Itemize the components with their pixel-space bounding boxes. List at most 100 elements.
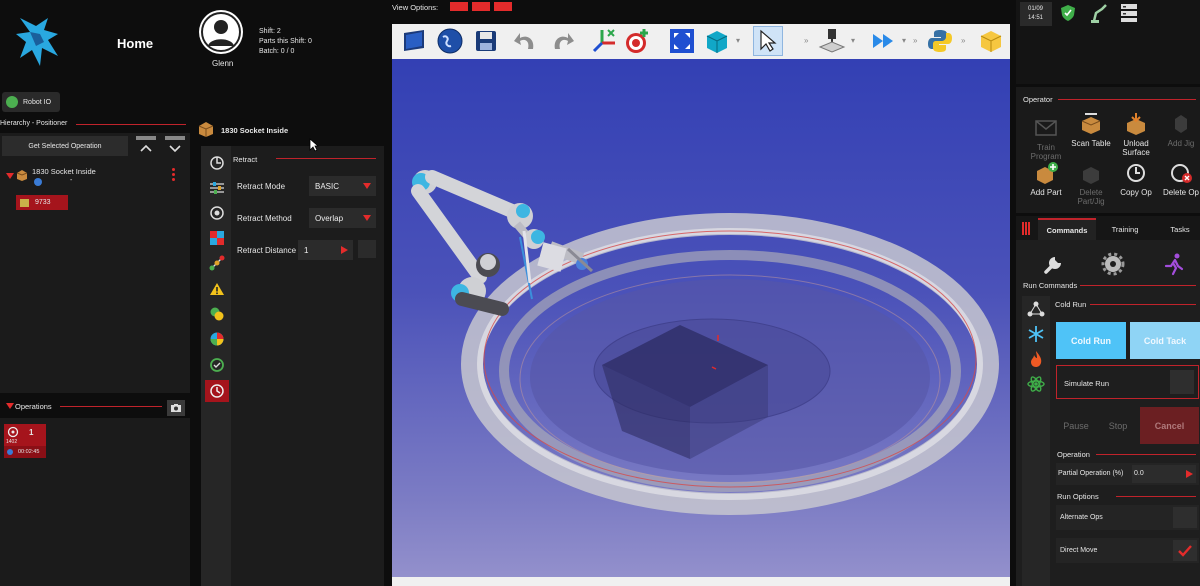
avatar[interactable] — [199, 10, 243, 54]
dropdown-caret-icon[interactable]: ▾ — [902, 36, 906, 45]
cancel-button[interactable]: Cancel — [1140, 407, 1199, 444]
collapse-icon[interactable] — [6, 403, 14, 409]
stop-button[interactable]: Stop — [1099, 407, 1137, 444]
add-jig-button[interactable]: Add Jig — [1161, 113, 1200, 148]
delete-part-jig-label: Delete Part/Jig — [1077, 188, 1105, 206]
open-button[interactable] — [399, 26, 429, 56]
cycle-button[interactable] — [205, 354, 229, 376]
delete-part-jig-button[interactable]: Delete Part/Jig — [1071, 162, 1111, 206]
op-panel-title: 1830 Socket Inside — [221, 126, 289, 135]
atom-button[interactable] — [1027, 375, 1045, 395]
pattern-button[interactable] — [205, 227, 229, 249]
cube-view-button[interactable] — [702, 26, 732, 56]
camera-icon — [171, 404, 181, 412]
view-option-2[interactable] — [472, 2, 490, 11]
globe-button[interactable] — [435, 26, 465, 56]
play-arrow-icon[interactable] — [341, 246, 348, 254]
retract-mode-select[interactable]: BASIC — [309, 176, 376, 196]
chart-button[interactable] — [205, 328, 229, 350]
python-button[interactable] — [925, 26, 955, 56]
more-icon[interactable]: » — [913, 36, 917, 45]
fit-view-button[interactable] — [667, 26, 697, 56]
robot-io-button[interactable]: Robot IO — [2, 92, 60, 112]
partial-operation-input[interactable]: 0.0 — [1132, 465, 1196, 483]
get-selected-operation-button[interactable]: Get Selected Operation — [2, 136, 128, 156]
retract-icon — [210, 156, 224, 170]
dropdown-caret-icon[interactable]: ▾ — [736, 36, 740, 45]
cold-tack-button[interactable]: Cold Tack — [1130, 322, 1200, 359]
more-icon[interactable]: » — [961, 36, 965, 45]
retract-active-button[interactable] — [205, 380, 229, 402]
view-option-1[interactable] — [450, 2, 468, 11]
copy-op-button[interactable]: Copy Op — [1116, 162, 1156, 197]
hierarchy-divider — [76, 124, 186, 125]
simulate-run-toggle[interactable] — [1170, 370, 1194, 394]
run-button[interactable] — [1162, 252, 1186, 278]
scan-table-label: Scan Table — [1071, 139, 1111, 148]
3d-viewport[interactable] — [392, 59, 1010, 577]
undo-button[interactable] — [511, 26, 541, 56]
status-badge[interactable]: 9733 — [16, 195, 68, 210]
scan-table-button[interactable]: Scan Table — [1071, 113, 1111, 148]
probe-button[interactable] — [817, 26, 847, 56]
package-button[interactable] — [976, 26, 1006, 56]
tab-menu-icon[interactable] — [1022, 222, 1030, 235]
gear-button[interactable] — [1101, 252, 1125, 278]
select-button[interactable] — [753, 26, 783, 56]
operation-card[interactable]: 1 1402 00:02:45 — [4, 424, 46, 458]
pause-button[interactable]: Pause — [1057, 407, 1095, 444]
move-up-button[interactable] — [134, 136, 158, 156]
hierarchy-item-name: 1830 Socket Inside — [32, 167, 96, 176]
save-button[interactable] — [471, 26, 501, 56]
path-button[interactable] — [205, 252, 229, 274]
redo-button[interactable] — [547, 26, 577, 56]
retract-method-select[interactable]: Overlap — [309, 208, 376, 228]
alternate-ops-toggle[interactable] — [1173, 507, 1197, 528]
expand-icon[interactable] — [6, 173, 14, 179]
target-button[interactable] — [205, 202, 229, 224]
snowflake-button[interactable] — [1027, 325, 1045, 345]
retract-tool-button[interactable] — [205, 152, 229, 174]
direct-move-toggle[interactable] — [1173, 540, 1197, 561]
kebab-menu-icon[interactable] — [172, 168, 176, 182]
robot-arm-icon[interactable] — [1090, 3, 1108, 25]
retract-distance-input[interactable]: 1 — [298, 240, 353, 260]
warning-icon — [210, 283, 224, 295]
train-program-button[interactable]: Train Program — [1026, 117, 1066, 161]
security-shield-icon[interactable] — [1060, 4, 1076, 24]
dropdown-caret-icon[interactable]: ▾ — [851, 36, 855, 45]
alternate-ops-row[interactable]: Alternate Ops — [1056, 505, 1199, 530]
tab-commands[interactable]: Commands — [1038, 218, 1096, 240]
add-part-button[interactable]: Add Part — [1026, 162, 1066, 197]
tab-training[interactable]: Training — [1100, 218, 1150, 240]
warning-button[interactable] — [205, 278, 229, 300]
target-add-button[interactable] — [623, 26, 653, 56]
axes-button[interactable] — [589, 26, 619, 56]
operation-time-row: 00:02:45 — [4, 446, 46, 458]
operation-id: 1402 — [6, 439, 18, 445]
colors-button[interactable] — [205, 303, 229, 325]
hierarchy-item[interactable]: 1830 Socket Inside - — [4, 166, 184, 190]
pie-icon — [210, 332, 224, 346]
play-arrow-icon[interactable] — [1186, 470, 1193, 478]
network-button[interactable] — [1027, 300, 1045, 320]
settings-sliders-button[interactable] — [205, 177, 229, 199]
move-down-button[interactable] — [163, 136, 187, 156]
delete-op-button[interactable]: Delete Op — [1161, 162, 1200, 197]
camera-button[interactable] — [167, 400, 185, 416]
direct-move-row[interactable]: Direct Move — [1056, 538, 1199, 563]
simulate-run-row[interactable]: Simulate Run — [1056, 365, 1199, 399]
more-icon[interactable]: » — [804, 36, 808, 45]
cold-run-button[interactable]: Cold Run — [1056, 322, 1126, 359]
view-option-3[interactable] — [494, 2, 512, 11]
server-icon[interactable] — [1120, 3, 1138, 25]
unload-surface-button[interactable]: Unload Surface — [1116, 113, 1156, 157]
tab-tasks[interactable]: Tasks — [1160, 218, 1200, 240]
retract-distance-extra[interactable] — [358, 240, 376, 258]
flame-button[interactable] — [1027, 350, 1045, 370]
globe-small-icon — [34, 178, 42, 186]
wrench-button[interactable] — [1042, 252, 1066, 278]
operations-panel: 1 1402 00:02:45 — [0, 418, 190, 586]
weld-icon — [7, 426, 19, 438]
play-forward-button[interactable] — [869, 26, 899, 56]
